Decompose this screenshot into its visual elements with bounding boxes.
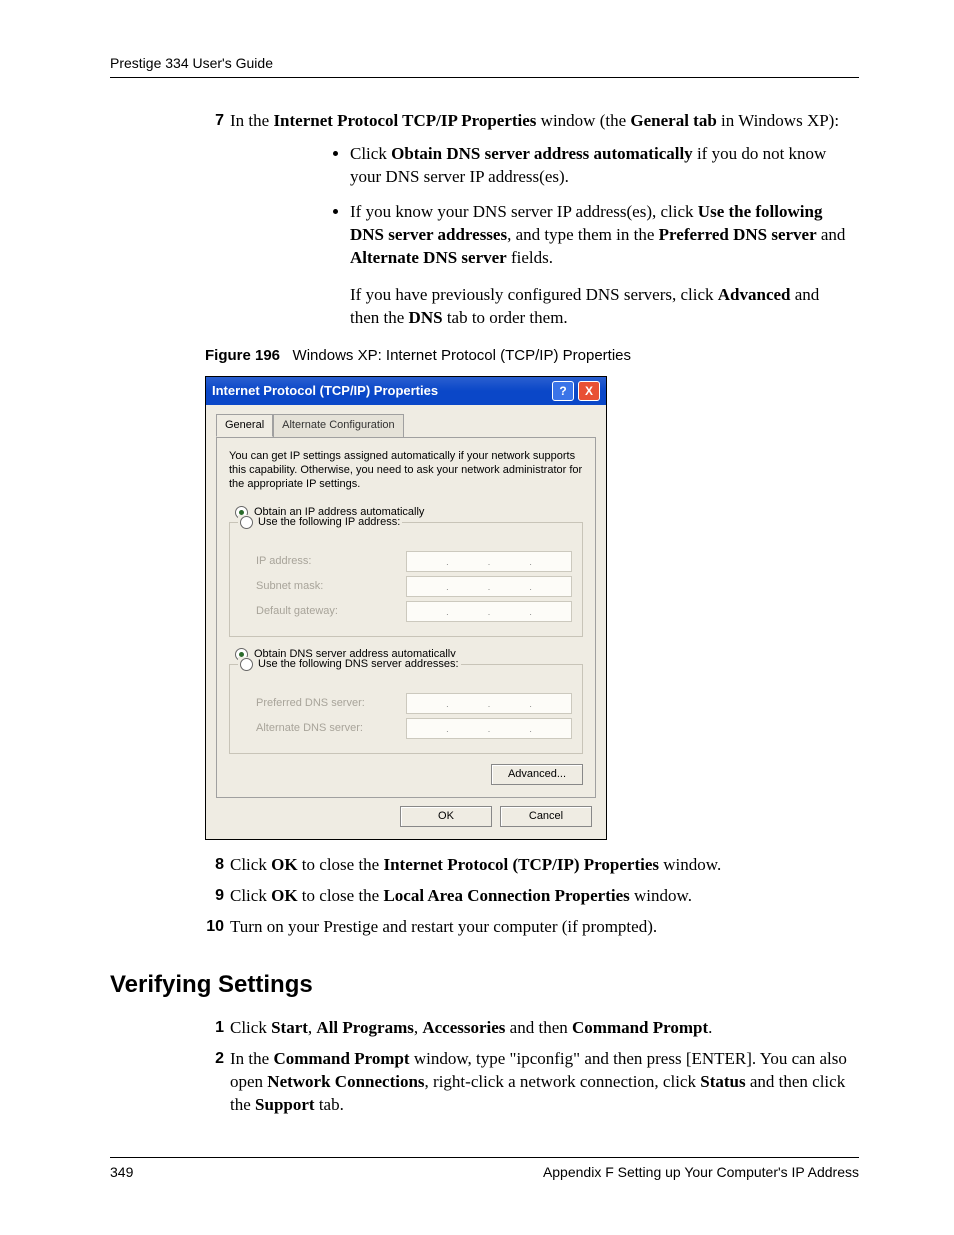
- dialog-intro: You can get IP settings assigned automat…: [229, 449, 583, 492]
- text: Click: [230, 855, 271, 874]
- bold: Command Prompt: [572, 1018, 708, 1037]
- tabs: General Alternate Configuration: [216, 414, 596, 438]
- text: In the: [230, 111, 273, 130]
- subnet-label: Subnet mask:: [240, 579, 406, 594]
- text: Turn on your Prestige and restart your c…: [230, 916, 859, 939]
- bold: Status: [700, 1072, 745, 1091]
- cancel-button[interactable]: Cancel: [500, 806, 592, 827]
- running-header: Prestige 334 User's Guide: [110, 55, 859, 78]
- dialog-titlebar: Internet Protocol (TCP/IP) Properties ? …: [206, 377, 606, 405]
- gateway-input[interactable]: ...: [406, 601, 572, 622]
- bold: Obtain DNS server address automatically: [391, 144, 693, 163]
- radio-dns-manual-label: Use the following DNS server addresses:: [258, 657, 459, 672]
- step-10: 10 Turn on your Prestige and restart you…: [110, 916, 859, 939]
- dns-fieldset: Use the following DNS server addresses: …: [229, 664, 583, 754]
- bold: Alternate DNS server: [350, 248, 507, 267]
- bold: OK: [271, 886, 297, 905]
- ip-fieldset: Use the following IP address: IP address…: [229, 522, 583, 637]
- text: window.: [659, 855, 721, 874]
- bold: Internet Protocol (TCP/IP) Properties: [383, 855, 659, 874]
- text: .: [708, 1018, 712, 1037]
- bold: Start: [271, 1018, 308, 1037]
- step-number: 1: [202, 1017, 224, 1039]
- alt-dns-label: Alternate DNS server:: [240, 721, 406, 736]
- alt-dns-input[interactable]: ...: [406, 718, 572, 739]
- subnet-input[interactable]: ...: [406, 576, 572, 597]
- main-content: 7 In the Internet Protocol TCP/IP Proper…: [110, 110, 859, 1117]
- bold: General tab: [630, 111, 716, 130]
- step-8: 8 Click OK to close the Internet Protoco…: [110, 854, 859, 877]
- bold: Local Area Connection Properties: [383, 886, 629, 905]
- ip-address-input[interactable]: ...: [406, 551, 572, 572]
- bold: Internet Protocol TCP/IP Properties: [273, 111, 536, 130]
- pref-dns-label: Preferred DNS server:: [240, 696, 406, 711]
- step-number: 2: [202, 1048, 224, 1070]
- text: Click: [350, 144, 391, 163]
- text: and then: [505, 1018, 572, 1037]
- tab-general[interactable]: General: [216, 414, 273, 437]
- close-icon[interactable]: X: [578, 381, 600, 401]
- text: In the: [230, 1049, 273, 1068]
- text: to close the: [298, 855, 384, 874]
- text: fields.: [507, 248, 553, 267]
- page-number: 349: [110, 1164, 133, 1180]
- bold: Advanced: [718, 285, 791, 304]
- text: , and type them in the: [507, 225, 659, 244]
- text: window.: [630, 886, 692, 905]
- bold: Preferred DNS server: [659, 225, 817, 244]
- bold: Accessories: [422, 1018, 505, 1037]
- text: Click: [230, 886, 271, 905]
- bullet-1: Click Obtain DNS server address automati…: [350, 143, 859, 189]
- step-7: 7 In the Internet Protocol TCP/IP Proper…: [110, 110, 859, 133]
- bold: All Programs: [316, 1018, 413, 1037]
- step-9: 9 Click OK to close the Local Area Conne…: [110, 885, 859, 908]
- step-number: 7: [202, 110, 224, 132]
- footer-right: Appendix F Setting up Your Computer's IP…: [543, 1164, 859, 1180]
- radio-dns-manual[interactable]: [240, 658, 253, 671]
- step-number: 10: [202, 916, 224, 938]
- tab-alternate-config[interactable]: Alternate Configuration: [273, 414, 404, 437]
- gateway-label: Default gateway:: [240, 604, 406, 619]
- radio-ip-manual[interactable]: [240, 516, 253, 529]
- text: Click: [230, 1018, 271, 1037]
- page-footer: 349 Appendix F Setting up Your Computer'…: [110, 1157, 859, 1180]
- bold: OK: [271, 855, 297, 874]
- text: If you know your DNS server IP address(e…: [350, 202, 698, 221]
- text: tab to order them.: [443, 308, 568, 327]
- dialog-title: Internet Protocol (TCP/IP) Properties: [212, 382, 438, 400]
- text: tab.: [315, 1095, 344, 1114]
- advanced-button[interactable]: Advanced...: [491, 764, 583, 785]
- bold: DNS: [409, 308, 443, 327]
- text: window (the: [536, 111, 630, 130]
- help-icon[interactable]: ?: [552, 381, 574, 401]
- text: in Windows XP):: [717, 111, 839, 130]
- figure-text: Windows XP: Internet Protocol (TCP/IP) P…: [293, 347, 631, 364]
- bold: Support: [255, 1095, 315, 1114]
- bold: Command Prompt: [273, 1049, 409, 1068]
- figure-caption: Figure 196 Windows XP: Internet Protocol…: [205, 346, 859, 366]
- text: to close the: [298, 886, 384, 905]
- ip-address-label: IP address:: [240, 554, 406, 569]
- pref-dns-input[interactable]: ...: [406, 693, 572, 714]
- text: If you have previously configured DNS se…: [350, 285, 718, 304]
- ok-button[interactable]: OK: [400, 806, 492, 827]
- verify-step-2: 2 In the Command Prompt window, type "ip…: [110, 1048, 859, 1117]
- bullet-2: If you know your DNS server IP address(e…: [350, 201, 859, 330]
- bold: Network Connections: [267, 1072, 424, 1091]
- section-heading-verifying: Verifying Settings: [110, 969, 859, 1001]
- step-number: 9: [202, 885, 224, 907]
- step-7-bullets: Click Obtain DNS server address automati…: [350, 143, 859, 330]
- figure-label: Figure 196: [205, 347, 280, 364]
- step-number: 8: [202, 854, 224, 876]
- radio-ip-manual-label: Use the following IP address:: [258, 515, 400, 530]
- verify-step-1: 1 Click Start, All Programs, Accessories…: [110, 1017, 859, 1040]
- text: and: [817, 225, 846, 244]
- tcpip-dialog: Internet Protocol (TCP/IP) Properties ? …: [205, 376, 607, 840]
- text: , right-click a network connection, clic…: [425, 1072, 701, 1091]
